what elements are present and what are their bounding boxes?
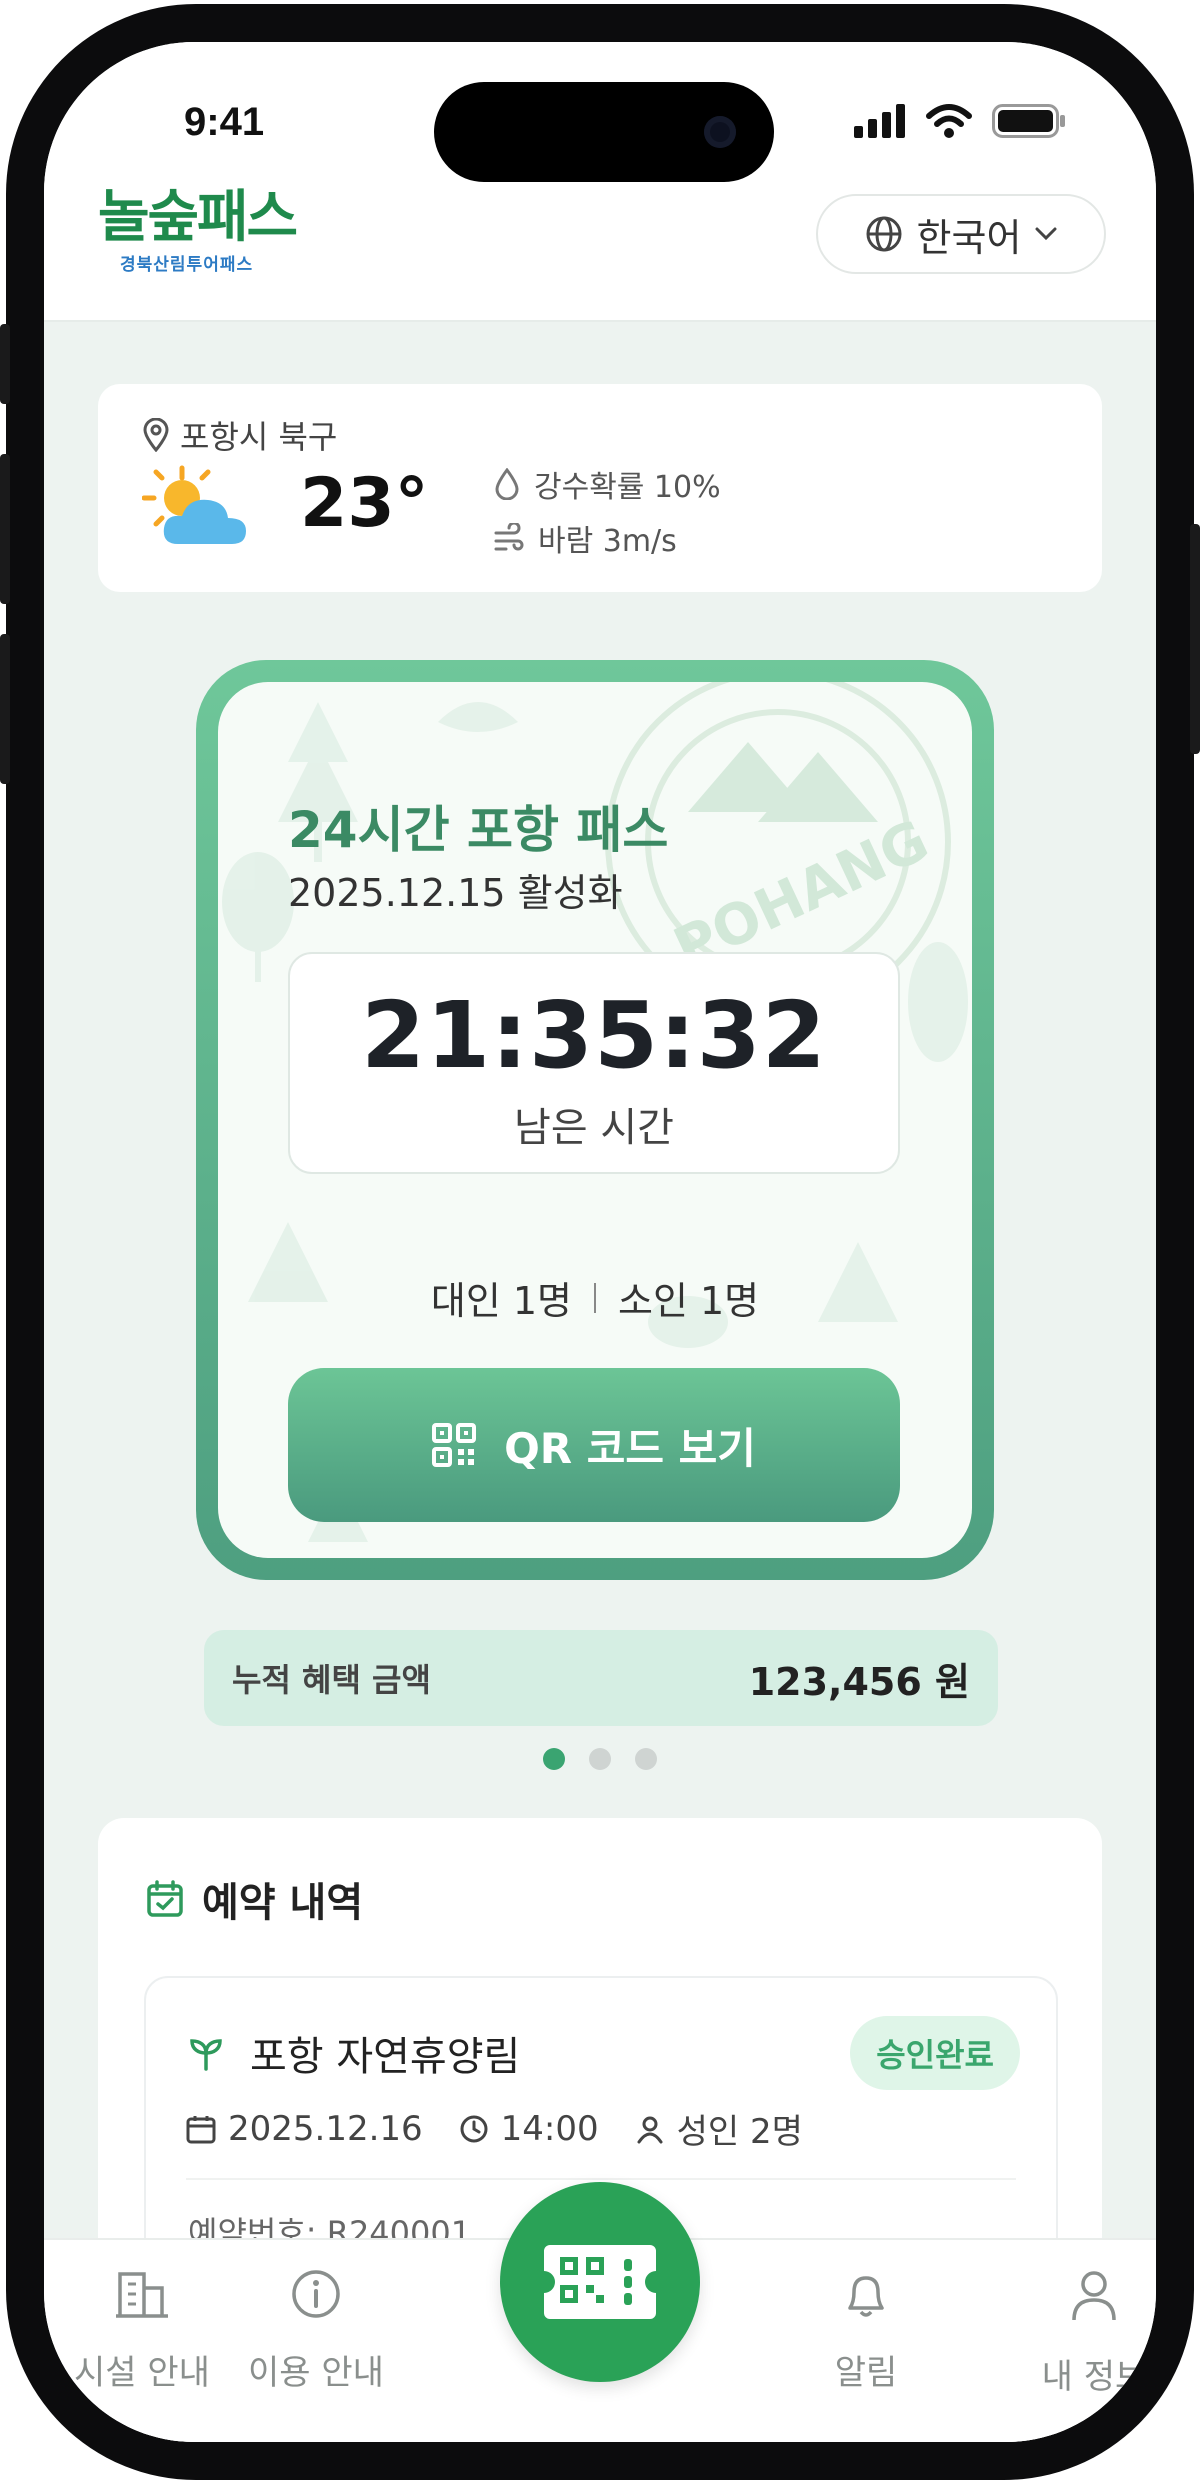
volume-down-button xyxy=(0,634,10,784)
power-button xyxy=(1190,524,1200,754)
reservation-guests-text: 성인 2명 xyxy=(676,2112,803,2152)
reservation-facility: 포항 자연휴양림 xyxy=(188,2024,520,2082)
carousel-dot-2[interactable] xyxy=(589,1748,611,1770)
droplet-icon xyxy=(495,468,519,500)
benefit-summary: 누적 혜택 금액 123,456 원 xyxy=(204,1630,998,1726)
nav-label: 내 정보 xyxy=(1041,2357,1147,2397)
volume-up-button xyxy=(0,454,10,604)
building-icon xyxy=(116,2272,168,2318)
screen: 9:41 놀숲패스 경북산림투어패스 한국어 포항시 북구 23° 강수확률 1… xyxy=(44,42,1156,2442)
timer-label: 남은 시간 xyxy=(514,1105,674,1151)
precipitation-row: 강수확률 10% xyxy=(494,462,721,506)
phone-frame: 9:41 놀숲패스 경북산림투어패스 한국어 포항시 북구 23° 강수확률 1… xyxy=(0,4,1200,2480)
facility-name: 포항 자연휴양림 xyxy=(250,2034,521,2080)
person-icon xyxy=(637,2116,663,2143)
pass-title: 24시간 포항 패스 xyxy=(288,801,669,859)
nav-label: 시설 안내 xyxy=(74,2353,210,2393)
reservations-title: 예약 내역 xyxy=(202,1880,364,1926)
countdown-timer: 21:35:32 xyxy=(361,982,827,1089)
calendar-check-icon xyxy=(147,1880,183,1917)
logo-title: 놀숲패스 xyxy=(98,185,298,250)
logo-subtitle: 경북산림투어패스 xyxy=(120,255,254,275)
divider xyxy=(594,1282,596,1313)
reservation-date-text: 2025.12.16 xyxy=(228,2108,423,2149)
signal-icon xyxy=(854,104,905,138)
location-pin-icon xyxy=(143,418,169,452)
user-icon xyxy=(1072,2271,1116,2321)
reservation-time-text: 14:00 xyxy=(500,2108,599,2149)
reservation-date: 2025.12.16 xyxy=(186,2109,423,2149)
divider xyxy=(186,2178,1016,2180)
reservation-time: 14:00 xyxy=(459,2109,599,2149)
reservations-heading: 예약 내역 xyxy=(146,1870,363,1928)
view-qr-button[interactable]: QR 코드 보기 xyxy=(288,1368,900,1522)
calendar-icon xyxy=(186,2115,216,2143)
weather-card: 포항시 북구 23° 강수확률 10% 바람 3m/s xyxy=(98,384,1102,592)
wind-icon xyxy=(494,523,524,551)
weather-location: 포항시 북구 xyxy=(142,412,337,458)
qr-ticket-icon xyxy=(544,2245,656,2319)
reservation-guests: 성인 2명 xyxy=(635,2104,803,2153)
qr-code-icon xyxy=(432,1423,477,1467)
nav-usage-guide[interactable]: 이용 안내 xyxy=(216,2268,416,2394)
nav-facility-guide[interactable]: 시설 안내 xyxy=(44,2268,242,2394)
pass-activation-date: 2025.12.15 활성화 xyxy=(288,871,623,915)
reservation-meta: 2025.12.16 14:00 성인 2명 xyxy=(186,2104,803,2153)
passenger-count: 대인 1명 소인 1명 xyxy=(218,1270,972,1325)
language-label: 한국어 xyxy=(916,215,1022,260)
camera-icon xyxy=(704,116,736,148)
pass-card-inner: POHANG 24시간 포항 패스 2025.12.15 활성화 21:35:3… xyxy=(218,682,972,1558)
wind-row: 바람 3m/s xyxy=(494,516,677,560)
child-count: 소인 1명 xyxy=(618,1279,760,1323)
carousel-dot-1[interactable] xyxy=(543,1748,565,1770)
wifi-icon xyxy=(926,104,972,138)
pass-card[interactable]: POHANG 24시간 포항 패스 2025.12.15 활성화 21:35:3… xyxy=(196,660,994,1580)
temperature: 23° xyxy=(300,464,429,543)
adult-count: 대인 1명 xyxy=(430,1279,572,1323)
language-selector[interactable]: 한국어 xyxy=(816,194,1106,274)
view-qr-label: QR 코드 보기 xyxy=(504,1423,756,1473)
chevron-down-icon xyxy=(1035,227,1057,241)
partly-sunny-icon xyxy=(142,465,246,544)
globe-icon xyxy=(866,216,902,252)
precipitation-text: 강수확률 10% xyxy=(534,470,721,505)
nav-label: 알림 xyxy=(834,2353,898,2393)
sprout-icon xyxy=(190,2039,222,2071)
app-logo[interactable]: 놀숲패스 경북산림투어패스 xyxy=(98,185,298,276)
status-icons xyxy=(854,104,1066,138)
qr-ticket-button[interactable] xyxy=(500,2182,700,2382)
info-icon xyxy=(292,2270,340,2318)
status-time: 9:41 xyxy=(184,100,265,144)
battery-icon xyxy=(992,104,1065,138)
nav-label: 이용 안내 xyxy=(248,2353,384,2393)
dynamic-island xyxy=(434,82,774,182)
bell-icon xyxy=(848,2276,884,2317)
nav-my-info[interactable]: 내 정보 xyxy=(994,2268,1156,2398)
clock-icon xyxy=(460,2115,488,2142)
mute-switch xyxy=(0,324,10,404)
status-badge: 승인완료 xyxy=(850,2016,1020,2090)
wind-text: 바람 3m/s xyxy=(538,524,677,559)
remaining-time-box: 21:35:32 남은 시간 xyxy=(288,952,900,1174)
location-text: 포항시 북구 xyxy=(180,418,338,456)
benefit-label: 누적 혜택 금액 xyxy=(232,1661,431,1699)
nav-notifications[interactable]: 알림 xyxy=(766,2268,966,2394)
benefit-amount: 123,456 원 xyxy=(748,1659,970,1704)
carousel-dot-3[interactable] xyxy=(635,1748,657,1770)
carousel-indicator xyxy=(44,1748,1156,1770)
